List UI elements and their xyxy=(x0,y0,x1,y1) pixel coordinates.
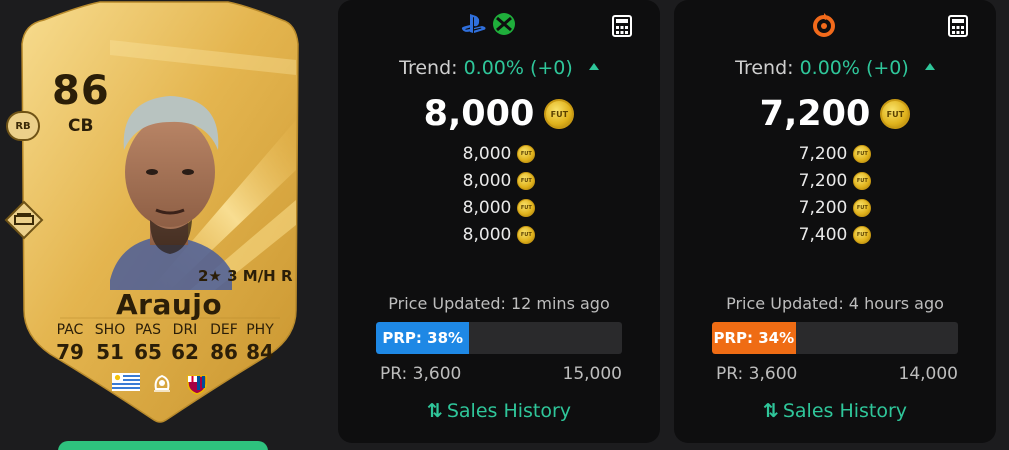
sales-history-label: Sales History xyxy=(446,400,572,422)
stat-label: PAS xyxy=(134,322,161,338)
player-rating: 86 xyxy=(52,68,110,114)
stat-label: DEF xyxy=(210,322,238,338)
trend-label: Trend: xyxy=(735,57,794,79)
lowest-bin-list: 7,200 FUT 7,200 FUT 7,200 FUT 7,400 FUT xyxy=(674,140,996,248)
coin-icon: FUT xyxy=(544,99,575,129)
price-range: PR: 3,600 14,000 xyxy=(716,364,958,384)
coin-icon: FUT xyxy=(880,99,911,129)
coin-icon: FUT xyxy=(853,225,872,244)
coin-icon: FUT xyxy=(853,171,872,190)
calculator-icon[interactable] xyxy=(612,15,632,37)
stat-value: 65 xyxy=(134,340,162,364)
price-value: 7,200 xyxy=(798,143,848,164)
trend-up-icon xyxy=(924,63,935,70)
list-item: 8,000 FUT xyxy=(338,167,660,194)
list-item: 8,000 FUT xyxy=(338,221,660,248)
xbox-icon xyxy=(493,13,515,35)
platform-icons xyxy=(811,12,837,38)
main-price-value: 8,000 xyxy=(423,94,535,134)
list-item: 7,200 FUT xyxy=(674,140,996,167)
compare-button[interactable] xyxy=(58,441,268,450)
stat-value: 79 xyxy=(56,340,84,364)
trend-text: Trend: 0.00% (+0) xyxy=(338,57,660,79)
prp-progress-bar: PRP: 38% xyxy=(376,322,622,354)
price-value: 8,000 xyxy=(462,170,512,191)
stat-value: 84 xyxy=(246,340,274,364)
list-item: 7,200 FUT xyxy=(674,194,996,221)
price-value: 7,200 xyxy=(798,197,848,218)
list-item: 7,200 FUT xyxy=(674,167,996,194)
stat-label: SHO xyxy=(94,322,126,338)
trend-up-icon xyxy=(588,63,599,70)
list-item: 7,400 FUT xyxy=(674,221,996,248)
price-updated-text: Price Updated: 4 hours ago xyxy=(726,294,944,313)
stat-pas: PAS 65 xyxy=(128,322,168,364)
stat-pac: PAC 79 xyxy=(50,322,90,364)
playstyle-icon xyxy=(4,200,44,240)
coin-icon: FUT xyxy=(517,144,536,163)
coin-icon: FUT xyxy=(517,225,536,244)
barcelona-crest-icon xyxy=(187,375,207,395)
price-value: 8,000 xyxy=(462,143,512,164)
player-position: CB xyxy=(68,116,94,136)
main-price: 7,200 FUT xyxy=(674,94,996,134)
stat-value: 86 xyxy=(210,340,238,364)
sales-history-label: Sales History xyxy=(782,400,908,422)
list-item: 8,000 FUT xyxy=(338,194,660,221)
stat-label: PAC xyxy=(56,322,84,338)
coin-icon: FUT xyxy=(853,144,872,163)
prp-fill: PRP: 34% xyxy=(712,322,796,354)
price-range-min: PR: 3,600 xyxy=(380,364,462,384)
origin-icon xyxy=(813,13,835,37)
alt-position-badge: RB xyxy=(6,111,40,141)
trend-text: Trend: 0.00% (+0) xyxy=(674,57,996,79)
price-range-max: 15,000 xyxy=(562,364,622,384)
sort-arrows-icon: ⇅ xyxy=(762,400,779,422)
prp-fill: PRP: 38% xyxy=(376,322,470,354)
price-range-max: 14,000 xyxy=(898,364,958,384)
playstation-icon xyxy=(461,14,486,33)
sales-history-link[interactable]: ⇅ Sales History xyxy=(674,400,996,422)
uruguay-flag-icon xyxy=(112,373,140,391)
sales-history-link[interactable]: ⇅ Sales History xyxy=(338,400,660,422)
console-price-panel: Trend: 0.00% (+0) 8,000 FUT 8,000 FUT 8,… xyxy=(338,0,660,443)
sort-arrows-icon: ⇅ xyxy=(426,400,443,422)
stat-def: DEF 86 xyxy=(204,322,244,364)
price-range: PR: 3,600 15,000 xyxy=(380,364,622,384)
prp-progress-bar: PRP: 34% xyxy=(712,322,958,354)
coin-icon: FUT xyxy=(853,198,872,217)
calculator-icon[interactable] xyxy=(948,15,968,37)
price-value: 7,200 xyxy=(798,170,848,191)
price-value: 7,400 xyxy=(798,224,848,245)
price-value: 8,000 xyxy=(462,224,512,245)
stat-value: 62 xyxy=(171,340,199,364)
stat-phy: PHY 84 xyxy=(240,322,280,364)
main-price: 8,000 FUT xyxy=(338,94,660,134)
stat-dri: DRI 62 xyxy=(165,322,205,364)
main-price-value: 7,200 xyxy=(759,94,871,134)
platform-icons xyxy=(460,12,516,36)
skills-workrates: 2★ 3 M/H R xyxy=(198,267,293,285)
price-updated-text: Price Updated: 12 mins ago xyxy=(388,294,610,313)
player-card[interactable]: 86 CB RB 2★ 3 M/H R Araujo PAC 79 SHO 51… xyxy=(0,0,320,450)
price-value: 8,000 xyxy=(462,197,512,218)
laliga-logo-icon xyxy=(154,374,170,392)
lowest-bin-list: 8,000 FUT 8,000 FUT 8,000 FUT 8,000 FUT xyxy=(338,140,660,248)
stat-sho: SHO 51 xyxy=(90,322,130,364)
trend-value: 0.00% (+0) xyxy=(463,57,573,79)
page: 86 CB RB 2★ 3 M/H R Araujo PAC 79 SHO 51… xyxy=(0,0,1009,450)
coin-icon: FUT xyxy=(517,198,536,217)
trend-label: Trend: xyxy=(399,57,458,79)
price-range-min: PR: 3,600 xyxy=(716,364,798,384)
list-item: 8,000 FUT xyxy=(338,140,660,167)
trend-value: 0.00% (+0) xyxy=(799,57,909,79)
stat-label: DRI xyxy=(172,322,198,338)
coin-icon: FUT xyxy=(517,171,536,190)
pc-price-panel: Trend: 0.00% (+0) 7,200 FUT 7,200 FUT 7,… xyxy=(674,0,996,443)
player-name: Araujo xyxy=(116,288,223,321)
stat-label: PHY xyxy=(246,322,274,338)
stat-value: 51 xyxy=(96,340,124,364)
